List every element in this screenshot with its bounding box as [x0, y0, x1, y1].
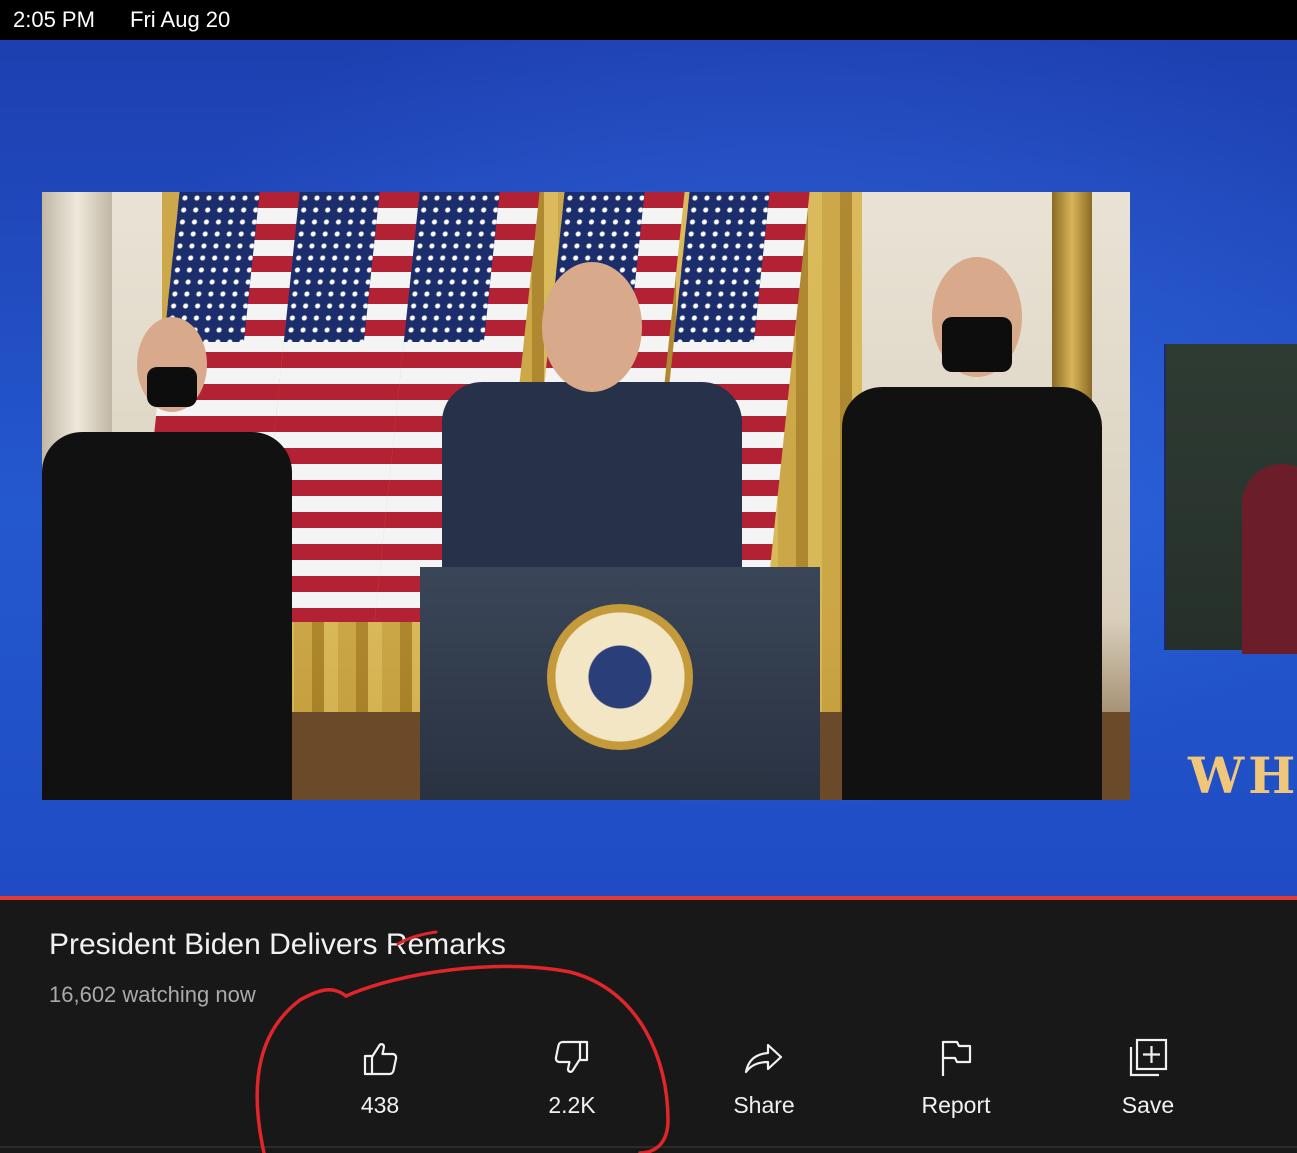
thumbs-up-icon — [363, 1043, 398, 1076]
report-button[interactable]: Report — [881, 1036, 1031, 1126]
sign-language-interpreter — [1164, 344, 1297, 654]
video-frame — [42, 192, 1130, 800]
add-to-playlist-icon — [1129, 1038, 1168, 1077]
save-button[interactable]: Save — [1073, 1036, 1223, 1126]
flag-icon — [941, 1040, 972, 1076]
dislike-button[interactable]: 2.2K — [497, 1036, 647, 1126]
player-overlay-text: WH — [1188, 746, 1297, 805]
status-date: Fri Aug 20 — [130, 7, 231, 32]
presidential-seal — [547, 604, 693, 750]
thumbs-down-icon — [554, 1040, 589, 1073]
video-title: President Biden Delivers Remarks — [49, 928, 506, 961]
speaker-right — [842, 387, 1102, 800]
dislike-count: 2.2K — [548, 1092, 596, 1118]
viewer-count: 16,602 watching now — [49, 982, 256, 1007]
video-info-panel: President Biden Delivers Remarks 16,602 … — [0, 900, 1297, 1153]
status-time: 2:05 PM — [13, 7, 95, 32]
like-count: 438 — [360, 1092, 400, 1118]
status-bar: 2:05 PM Fri Aug 20 — [0, 0, 1297, 40]
divider — [0, 1146, 1297, 1148]
share-button[interactable]: Share — [689, 1036, 839, 1126]
share-arrow-icon — [744, 1043, 783, 1074]
speaker-left — [42, 432, 292, 800]
save-label: Save — [1121, 1092, 1175, 1118]
report-label: Report — [921, 1092, 991, 1118]
share-label: Share — [733, 1092, 795, 1118]
video-player[interactable]: WH — [0, 40, 1297, 896]
like-button[interactable]: 438 — [305, 1036, 455, 1126]
